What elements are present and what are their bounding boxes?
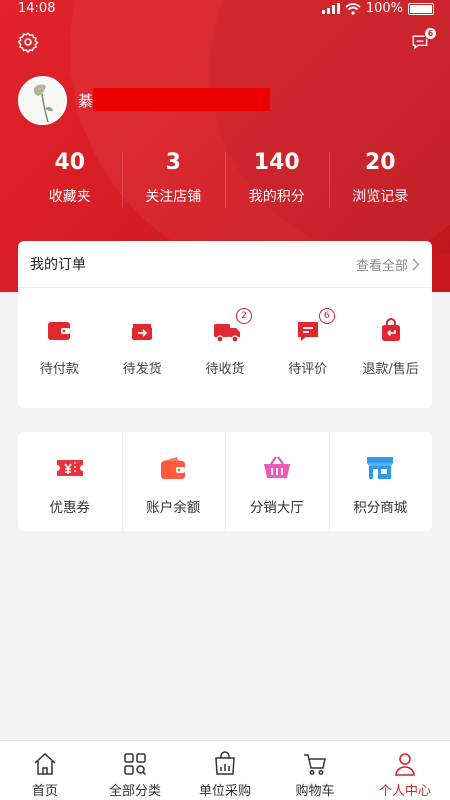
tool-account-balance[interactable]: 账户余额: [121, 432, 226, 531]
stat-value: 40: [54, 150, 86, 175]
stat-value: 140: [253, 150, 300, 175]
stat-label: 收藏夹: [48, 189, 91, 205]
status-time: 14:08: [18, 1, 56, 16]
order-count-badge: 2: [235, 308, 252, 324]
status-bar: 14:08 100%: [0, 0, 450, 18]
avatar[interactable]: [18, 76, 67, 125]
tool-points-mall[interactable]: 积分商城: [328, 432, 433, 531]
stat-followed-shops[interactable]: 3 关注店铺: [121, 148, 226, 214]
stat-points[interactable]: 140 我的积分: [225, 148, 329, 214]
messages-button[interactable]: 6: [408, 27, 437, 54]
orders-header: 我的订单 查看全部: [18, 241, 432, 288]
redacted-username: [93, 88, 270, 111]
order-label: 待付款: [39, 362, 79, 377]
tools-card: 优惠券 账户余额 分销大厅 积分商城: [18, 432, 432, 531]
home-icon: [34, 752, 56, 775]
order-label: 退款/售后: [362, 362, 419, 377]
wallet-icon: [161, 457, 186, 479]
order-refund-aftersale[interactable]: 退款/售后: [349, 288, 432, 407]
order-pending-review[interactable]: 6 待评价: [266, 288, 349, 407]
stat-label: 我的积分: [248, 189, 305, 205]
battery-percent: 100%: [365, 1, 403, 16]
tab-cart[interactable]: 购物车: [270, 741, 360, 800]
purchase-bag-icon: [215, 751, 235, 775]
category-icon: [124, 753, 147, 776]
stat-history[interactable]: 20 浏览记录: [328, 148, 433, 214]
stat-value: 3: [165, 150, 181, 175]
view-all-orders-link[interactable]: 查看全部: [356, 255, 420, 274]
stat-value: 20: [364, 150, 396, 175]
basket-icon: [263, 456, 290, 478]
truck-icon: 2: [212, 308, 252, 344]
store-icon: [367, 457, 394, 479]
wallet-icon: [46, 318, 72, 344]
message-count-badge: 6: [424, 27, 437, 40]
order-label: 待收货: [205, 362, 245, 377]
stat-label: 浏览记录: [352, 189, 409, 205]
chevron-right-icon: [412, 258, 420, 270]
orders-title: 我的订单: [30, 257, 86, 273]
tab-label: 单位采购: [198, 784, 251, 799]
tool-distribution-hall[interactable]: 分销大厅: [225, 432, 329, 531]
comment-icon: 6: [295, 308, 335, 344]
return-bag-icon: [378, 318, 404, 344]
view-all-label: 查看全部: [355, 258, 408, 274]
tool-label: 优惠券: [49, 500, 91, 516]
package-icon: [129, 318, 155, 344]
user-name: 綦: [78, 92, 94, 110]
battery-icon: [408, 2, 434, 15]
tab-all-categories[interactable]: 全部分类: [90, 741, 180, 800]
tool-label: 账户余额: [146, 500, 201, 516]
tool-label: 积分商城: [353, 500, 408, 516]
wifi-icon: [345, 2, 361, 15]
order-pending-receipt[interactable]: 2 待收货: [184, 288, 267, 407]
tool-coupons[interactable]: 优惠券: [18, 432, 122, 531]
order-pending-payment[interactable]: 待付款: [18, 288, 101, 407]
orders-card: 我的订单 查看全部 待付款 待发货 2 待收货 6 待评价 退款/售后: [18, 241, 432, 408]
tab-label: 首页: [31, 784, 58, 799]
tab-label: 全部分类: [108, 784, 161, 799]
tab-personal-center[interactable]: 个人中心: [360, 741, 450, 800]
settings-button[interactable]: [16, 30, 40, 54]
order-count-badge: 6: [318, 308, 335, 324]
stat-favorites[interactable]: 40 收藏夹: [18, 148, 122, 214]
tool-label: 分销大厅: [249, 500, 304, 516]
tab-home[interactable]: 首页: [0, 741, 90, 800]
order-status-row: 待付款 待发货 2 待收货 6 待评价 退款/售后: [18, 288, 432, 407]
bottom-tab-bar: 首页 全部分类 单位采购 购物车 个人中心: [0, 740, 450, 800]
tab-label: 购物车: [295, 784, 335, 799]
gear-icon: [17, 32, 39, 53]
person-icon: [395, 753, 415, 776]
cart-icon: [304, 754, 326, 775]
stats-row: 40 收藏夹 3 关注店铺 140 我的积分 20 浏览记录: [18, 148, 432, 214]
coupon-icon: [56, 460, 83, 476]
stat-label: 关注店铺: [145, 189, 202, 205]
order-label: 待发货: [122, 362, 162, 377]
signal-icon: [321, 3, 340, 14]
flower-avatar-image: [20, 78, 65, 123]
tab-label: 个人中心: [378, 784, 431, 799]
status-indicators: 100%: [321, 1, 434, 16]
order-pending-shipment[interactable]: 待发货: [101, 288, 184, 407]
order-label: 待评价: [288, 362, 328, 377]
tab-unit-purchase[interactable]: 单位采购: [180, 741, 270, 800]
